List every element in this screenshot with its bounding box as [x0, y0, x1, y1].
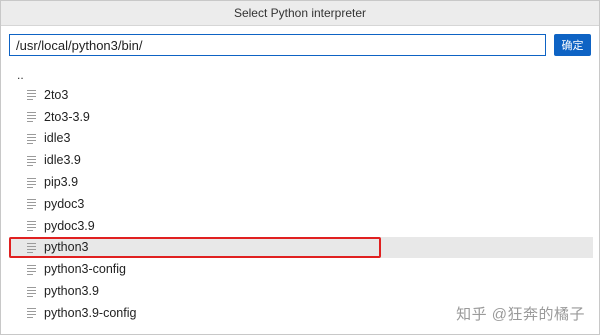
watermark: 知乎 @狂奔的橘子: [456, 306, 585, 323]
file-icon: [27, 112, 36, 123]
dialog-titlebar: Select Python interpreter: [1, 1, 599, 26]
ok-button[interactable]: 确定: [554, 34, 591, 56]
file-name: 2to3-3.9: [44, 109, 90, 124]
file-name: pydoc3: [44, 196, 85, 211]
file-row-2to3[interactable]: 2to3: [9, 84, 593, 106]
file-icon: [27, 155, 36, 166]
dialog-title: Select Python interpreter: [233, 6, 367, 20]
file-list: .. 2to3 2to3-3.9 idle3 idle3.9 pip3.9 py…: [9, 66, 593, 332]
file-icon: [27, 177, 36, 188]
file-row-pip3.9[interactable]: pip3.9: [9, 171, 593, 193]
file-name: idle3: [44, 131, 71, 146]
parent-directory-item[interactable]: ..: [9, 66, 593, 84]
file-name: python3.9-config: [44, 305, 137, 320]
file-row-2to3-3.9[interactable]: 2to3-3.9: [9, 106, 593, 128]
path-row: 确定: [9, 34, 593, 58]
file-row-idle3.9[interactable]: idle3.9: [9, 149, 593, 171]
file-name: idle3.9: [44, 153, 81, 168]
file-name: pydoc3.9: [44, 218, 95, 233]
file-icon: [27, 242, 36, 253]
file-name: pip3.9: [44, 175, 79, 190]
file-row-pydoc3.9[interactable]: pydoc3.9: [9, 215, 593, 237]
file-icon: [27, 308, 36, 319]
file-row-pydoc3[interactable]: pydoc3: [9, 193, 593, 215]
file-icon: [27, 90, 36, 101]
file-name: python3: [44, 240, 89, 255]
file-row-python3-config[interactable]: python3-config: [9, 258, 593, 280]
file-row-python3-selected[interactable]: python3: [9, 236, 593, 259]
file-row-idle3[interactable]: idle3: [9, 128, 593, 150]
file-row-python3.9[interactable]: python3.9: [9, 280, 593, 302]
file-name: python3.9: [44, 284, 99, 299]
file-icon: [27, 221, 36, 232]
select-interpreter-dialog: Select Python interpreter 确定 .. 2to3 2to…: [0, 0, 600, 335]
file-icon: [27, 286, 36, 297]
file-icon: [27, 133, 36, 144]
file-icon: [27, 199, 36, 210]
file-name: python3-config: [44, 262, 127, 277]
file-icon: [27, 264, 36, 275]
path-input[interactable]: [9, 34, 546, 56]
file-name: 2to3: [44, 87, 69, 102]
